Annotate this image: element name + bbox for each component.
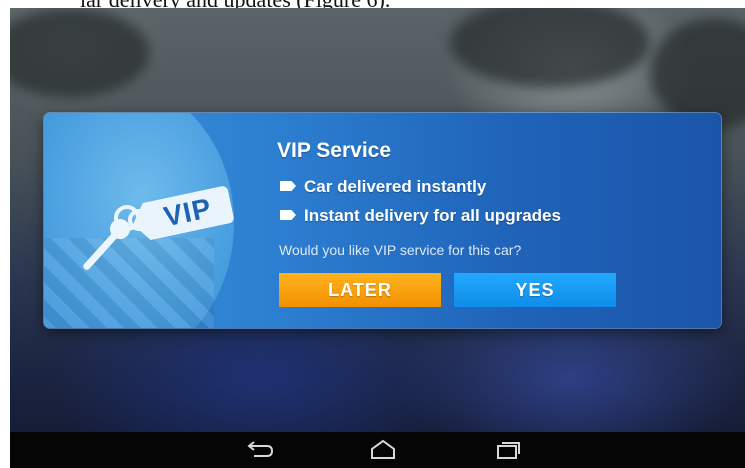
benefit-item: Car delivered instantly xyxy=(280,177,486,197)
vip-service-dialog: VIP VIP Service Car delivered instantly … xyxy=(44,113,721,328)
background-tree xyxy=(450,8,650,88)
background-tree xyxy=(10,8,150,98)
tag-bullet-icon xyxy=(280,181,296,191)
benefit-text: Instant delivery for all upgrades xyxy=(304,206,561,225)
background-tree xyxy=(650,18,745,128)
yes-button[interactable]: YES xyxy=(454,273,616,307)
android-nav-bar xyxy=(10,432,745,468)
game-screen: VIP VIP Service Car delivered instantly … xyxy=(10,8,745,468)
benefit-text: Car delivered instantly xyxy=(304,177,487,196)
back-icon[interactable] xyxy=(240,437,280,463)
tag-bullet-icon xyxy=(280,210,296,220)
recent-apps-icon[interactable] xyxy=(488,437,528,463)
benefit-item: Instant delivery for all upgrades xyxy=(280,206,561,226)
dialog-question: Would you like VIP service for this car? xyxy=(279,242,522,258)
dialog-title: VIP Service xyxy=(277,139,392,162)
home-icon[interactable] xyxy=(363,437,403,463)
checkered-flag-pattern xyxy=(44,238,214,328)
later-button[interactable]: LATER xyxy=(279,273,441,307)
